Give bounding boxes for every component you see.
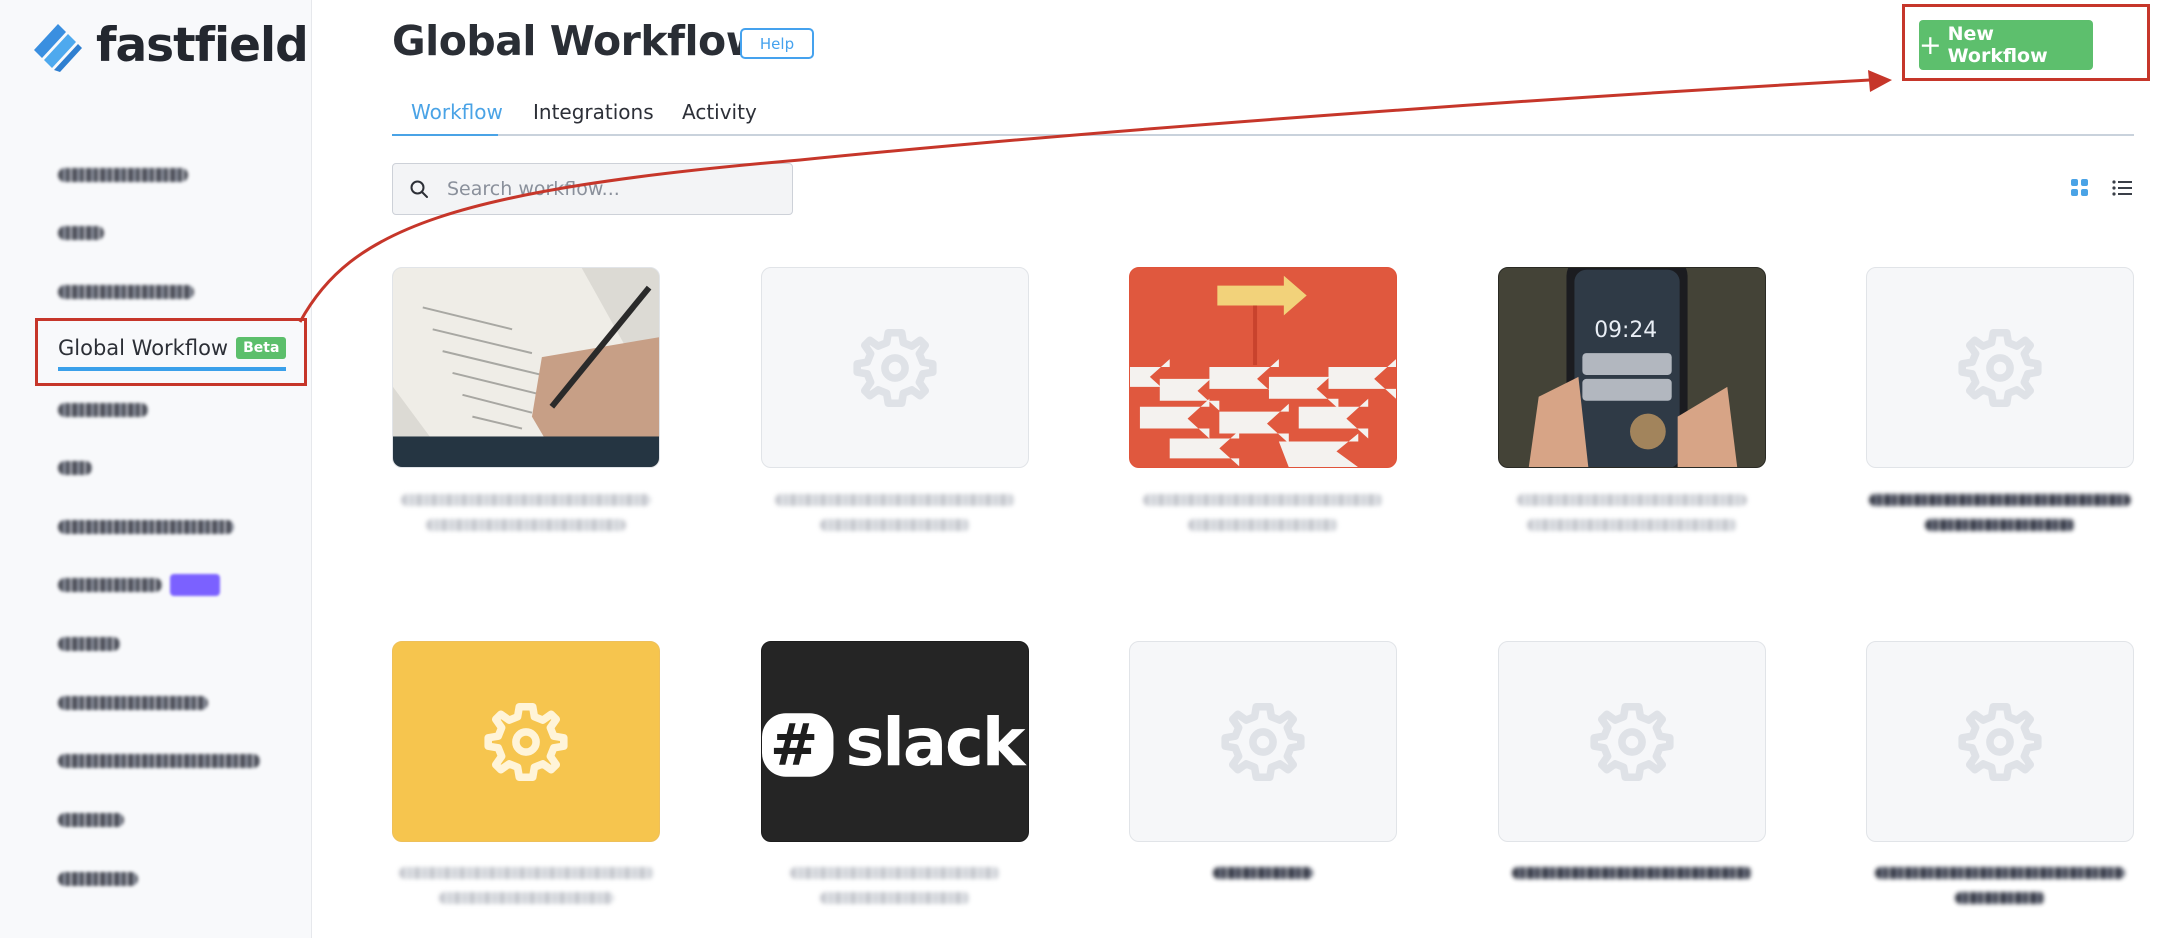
gear-icon [1958, 328, 2042, 407]
active-tab-underline [392, 134, 498, 136]
workflow-card-image[interactable] [1498, 641, 1766, 842]
help-button[interactable]: Help [740, 28, 814, 59]
workflow-card-caption [1866, 867, 2134, 904]
brand-name: fastfield [96, 18, 309, 73]
sidebar-item-redacted-1[interactable] [58, 160, 188, 190]
red-arrows-photo [1130, 268, 1396, 467]
workflow-card-image[interactable] [1129, 267, 1397, 468]
fastfield-logo[interactable]: fastfield [32, 18, 309, 73]
fastfield-logo-icon [34, 23, 82, 72]
workflow-card-caption [761, 867, 1029, 904]
slack-logo-photo: # slack [762, 642, 1028, 841]
workflow-card-caption [392, 867, 660, 904]
workflow-card-image[interactable] [392, 267, 660, 468]
beta-badge: Beta [236, 337, 287, 359]
sidebar-item-redacted-7[interactable] [58, 570, 220, 600]
workflow-card-caption [1129, 494, 1397, 531]
sidebar-item-label: Global Workflow [58, 336, 229, 360]
search-input[interactable]: Search workflow... [392, 163, 793, 215]
sidebar-item-redacted-12[interactable] [58, 864, 138, 894]
sidebar-item-redacted-9[interactable] [58, 688, 208, 718]
page-title: Global Workflow [392, 17, 764, 65]
workflow-card-image[interactable] [392, 641, 660, 842]
notebook-photo [393, 268, 659, 467]
gear-icon [1590, 702, 1674, 781]
slack-logo-text: slack [845, 705, 1027, 781]
gear-icon [1221, 702, 1305, 781]
svg-text:09:24: 09:24 [1594, 318, 1657, 343]
sidebar-item-redacted-10[interactable] [58, 746, 260, 776]
workflow-card-image[interactable] [1129, 641, 1397, 842]
gear-icon [853, 328, 937, 407]
sidebar-item-global-workflow[interactable]: Global Workflow Beta [58, 335, 287, 371]
workflow-card-caption [392, 494, 660, 531]
tab-integrations[interactable]: Integrations [533, 100, 654, 124]
tab-workflow[interactable]: Workflow [411, 100, 503, 124]
workflow-card-image[interactable]: # slack [761, 641, 1029, 842]
gear-icon [484, 702, 568, 781]
tab-activity[interactable]: Activity [682, 100, 757, 124]
search-placeholder: Search workflow... [447, 178, 620, 200]
gear-icon [1958, 702, 2042, 781]
tab-bar: Workflow Integrations Activity [392, 96, 2134, 136]
list-view-icon[interactable] [2110, 176, 2134, 200]
plus-icon: + [1919, 29, 1942, 61]
search-icon [410, 180, 428, 198]
sidebar-item-redacted-2[interactable] [58, 218, 104, 248]
new-workflow-button[interactable]: + New Workflow [1919, 20, 2093, 70]
workflow-card-caption [1129, 867, 1397, 879]
workflow-card-image[interactable] [1866, 267, 2134, 468]
workflow-card-caption [1866, 494, 2134, 531]
svg-text:#: # [770, 712, 818, 779]
sidebar-item-redacted-5[interactable] [58, 453, 92, 483]
new-workflow-label: New Workflow [1947, 23, 2048, 67]
sidebar-item-redacted-11[interactable] [58, 805, 124, 835]
sidebar-item-badge [170, 574, 220, 596]
sidebar-item-redacted-3[interactable] [58, 277, 194, 307]
workflow-card-caption [1498, 494, 1766, 531]
grid-view-icon[interactable] [2068, 176, 2092, 200]
annotation-arrow [298, 70, 1892, 323]
workflow-card-caption [761, 494, 1029, 531]
sidebar-item-redacted-8[interactable] [58, 629, 120, 659]
workflow-card-image[interactable] [1866, 641, 2134, 842]
workflow-card-image[interactable] [761, 267, 1029, 468]
workflow-card-caption [1498, 867, 1766, 879]
sidebar: fastfield Global Workflow Beta [0, 0, 312, 938]
workflow-card-image[interactable]: 09:24 [1498, 267, 1766, 468]
sidebar-item-redacted-4[interactable] [58, 395, 148, 425]
sidebar-item-redacted-6[interactable] [58, 512, 234, 542]
app-window: fastfield Global Workflow Beta Global Wo… [0, 0, 2178, 938]
phone-photo: 09:24 [1499, 268, 1765, 467]
